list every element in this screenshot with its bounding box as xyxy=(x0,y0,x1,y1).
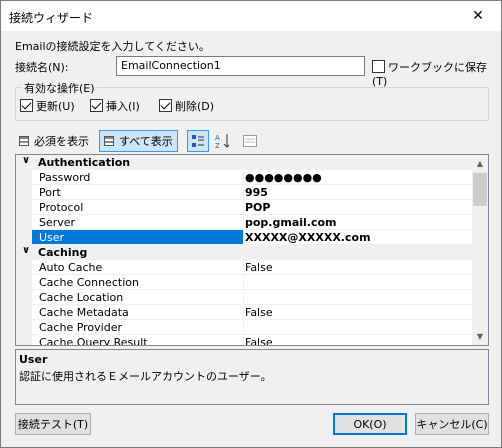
update-check-box[interactable] xyxy=(20,99,33,112)
connection-name-input[interactable]: EmailConnection1 xyxy=(116,56,365,76)
sort-az-icon: A Z xyxy=(215,134,229,149)
chevron-down-icon[interactable]: ∨ xyxy=(22,155,30,166)
property-row-cache-provider[interactable]: Cache Provider xyxy=(16,320,474,335)
property-pages-button[interactable] xyxy=(239,130,261,152)
property-value[interactable]: POP xyxy=(245,201,270,214)
operation-update-checkbox[interactable]: 更新(U) xyxy=(20,98,75,114)
category-label: Caching xyxy=(38,246,88,259)
save-to-workbook-checkbox[interactable]: ワークブックに保存(T) xyxy=(372,59,501,88)
operation-delete-checkbox[interactable]: 削除(D) xyxy=(159,98,214,114)
property-name: Cache Connection xyxy=(39,276,139,289)
alphabetical-button[interactable]: A Z xyxy=(211,130,233,152)
property-name: Cache Query Result xyxy=(39,336,148,346)
property-value[interactable]: 995 xyxy=(245,186,268,199)
ok-button[interactable]: OK(O) xyxy=(333,413,407,435)
operation-delete-label: 削除(D) xyxy=(175,100,215,113)
show-required-label: 必須を表示 xyxy=(34,135,89,148)
categorized-icon xyxy=(192,135,204,147)
property-row-server[interactable]: Server pop.gmail.com xyxy=(16,215,474,230)
operations-group: 有効な操作(E) 更新(U) 挿入(I) 削除(D) xyxy=(15,80,489,121)
insert-check-box[interactable] xyxy=(90,99,103,112)
property-row-cache-connection[interactable]: Cache Connection xyxy=(16,275,474,290)
property-name: Cache Metadata xyxy=(39,306,129,319)
categorized-button[interactable] xyxy=(187,130,209,152)
property-pages-icon xyxy=(243,135,257,147)
property-value[interactable]: False xyxy=(245,261,273,274)
operation-update-label: 更新(U) xyxy=(36,100,75,113)
intro-text: Emailの接続設定を入力してください。 xyxy=(15,40,210,53)
property-value[interactable]: ●●●●●●●● xyxy=(245,171,322,184)
property-name: Cache Provider xyxy=(39,321,122,334)
show-required-button[interactable]: 必須を表示 xyxy=(15,130,93,152)
property-name: Auto Cache xyxy=(39,261,103,274)
property-grid[interactable]: ∨ Authentication Password ●●●●●●●● Port … xyxy=(15,154,489,346)
save-to-workbook-label: ワークブックに保存(T) xyxy=(372,61,487,88)
svg-text:Z: Z xyxy=(215,142,220,149)
window-title: 接続ウィザード xyxy=(9,11,94,25)
show-all-label: すべて表示 xyxy=(119,135,173,148)
test-connection-button[interactable]: 接続テスト(T) xyxy=(15,413,91,435)
chevron-down-icon[interactable]: ∨ xyxy=(22,245,30,256)
svg-text:A: A xyxy=(215,134,220,142)
category-label: Authentication xyxy=(38,156,131,169)
property-row-protocol[interactable]: Protocol POP xyxy=(16,200,474,215)
delete-check-box[interactable] xyxy=(159,99,172,112)
close-icon[interactable]: ✕ xyxy=(455,1,501,31)
property-name: Cache Location xyxy=(39,291,124,304)
operation-insert-checkbox[interactable]: 挿入(I) xyxy=(90,98,140,114)
property-value[interactable]: pop.gmail.com xyxy=(245,216,337,229)
description-title: User xyxy=(19,353,48,366)
property-value[interactable]: False xyxy=(245,306,273,319)
cancel-button[interactable]: キャンセル(C) xyxy=(415,413,489,435)
title-bar: 接続ウィザード ✕ xyxy=(1,1,501,31)
description-panel: User 認証に使用されるＥメールアカウントのユーザー。 xyxy=(15,349,489,405)
category-caching[interactable]: ∨ Caching xyxy=(16,245,474,260)
property-name: Port xyxy=(39,186,61,199)
property-name: Password xyxy=(39,171,91,184)
connection-wizard-dialog: 接続ウィザード ✕ Emailの接続設定を入力してください。 接続名(N): E… xyxy=(0,0,502,448)
property-name: Protocol xyxy=(39,201,84,214)
list-icon xyxy=(19,136,29,146)
show-all-button[interactable]: すべて表示 xyxy=(99,130,178,152)
property-value[interactable]: XXXXX@XXXXX.com xyxy=(245,231,371,244)
operation-insert-label: 挿入(I) xyxy=(106,100,140,113)
property-row-port[interactable]: Port 995 xyxy=(16,185,474,200)
connection-name-label: 接続名(N): xyxy=(15,61,69,74)
property-row-cache-metadata[interactable]: Cache Metadata False xyxy=(16,305,474,320)
list-icon xyxy=(104,136,114,146)
vertical-scrollbar[interactable]: ▲ ▼ xyxy=(472,155,488,345)
description-text: 認証に使用されるＥメールアカウントのユーザー。 xyxy=(19,370,272,383)
operations-legend: 有効な操作(E) xyxy=(22,80,97,96)
property-row-cache-location[interactable]: Cache Location xyxy=(16,290,474,305)
property-row-auto-cache[interactable]: Auto Cache False xyxy=(16,260,474,275)
category-authentication[interactable]: ∨ Authentication xyxy=(16,155,474,170)
scroll-down-icon[interactable]: ▼ xyxy=(472,328,488,345)
property-value[interactable]: False xyxy=(245,336,273,345)
property-row-cache-query-result[interactable]: Cache Query Result False xyxy=(16,335,474,346)
scrollbar-thumb[interactable] xyxy=(473,173,487,206)
property-row-password[interactable]: Password ●●●●●●●● xyxy=(16,170,474,185)
property-name: Server xyxy=(39,216,76,229)
property-row-user[interactable]: User XXXXX@XXXXX.com xyxy=(16,230,474,245)
property-name: User xyxy=(39,231,65,244)
save-to-workbook-box[interactable] xyxy=(372,60,385,73)
scroll-up-icon[interactable]: ▲ xyxy=(472,155,488,172)
